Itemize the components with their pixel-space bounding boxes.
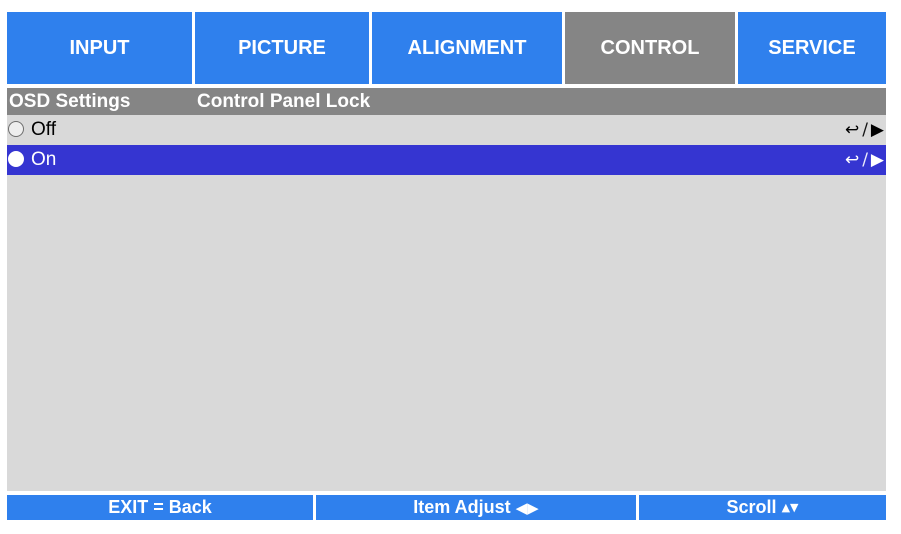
option-on[interactable]: On ↩ / ▶ <box>7 145 886 175</box>
page-title: Control Panel Lock <box>197 91 371 112</box>
tab-control[interactable]: CONTROL <box>565 12 738 84</box>
separator: / <box>862 150 868 170</box>
tab-alignment[interactable]: ALIGNMENT <box>372 12 565 84</box>
option-label: Off <box>31 119 56 140</box>
enter-icon: ↩ <box>844 120 860 140</box>
exit-label: EXIT = Back <box>108 497 212 517</box>
tab-picture[interactable]: PICTURE <box>195 12 372 84</box>
enter-right-hint: ↩ / ▶ <box>845 145 884 175</box>
radio-unselected-icon[interactable] <box>8 121 24 137</box>
item-adjust-label: Item Adjust <box>413 497 511 517</box>
footer-bar: EXIT = Back Item Adjust ◀▶ Scroll ▲▼ <box>7 495 886 520</box>
arrow-right-icon: ▶ <box>870 150 884 170</box>
enter-right-hint: ↩ / ▶ <box>845 115 884 145</box>
tab-bar: INPUT PICTURE ALIGNMENT CONTROL SERVICE <box>7 12 886 84</box>
separator: / <box>862 120 868 140</box>
scroll-label: Scroll <box>726 497 777 517</box>
option-label: On <box>31 149 57 170</box>
up-down-arrows-icon: ▲▼ <box>781 501 799 514</box>
osd-menu: INPUT PICTURE ALIGNMENT CONTROL SERVICE … <box>7 12 886 520</box>
tab-service[interactable]: SERVICE <box>738 12 886 84</box>
item-adjust-hint: Item Adjust ◀▶ <box>316 495 639 520</box>
tab-input[interactable]: INPUT <box>7 12 195 84</box>
exit-back-hint: EXIT = Back <box>7 495 316 520</box>
scroll-hint: Scroll ▲▼ <box>639 495 886 520</box>
breadcrumb: OSD Settings Control Panel Lock <box>7 88 886 115</box>
radio-selected-icon[interactable] <box>8 151 24 167</box>
section-name: OSD Settings <box>9 91 131 112</box>
option-off[interactable]: Off ↩ / ▶ <box>7 115 886 145</box>
arrow-right-icon: ▶ <box>870 120 884 140</box>
options-panel: Off ↩ / ▶ On ↩ / ▶ <box>7 115 886 491</box>
enter-icon: ↩ <box>844 150 860 170</box>
left-right-arrows-icon: ◀▶ <box>515 499 539 517</box>
